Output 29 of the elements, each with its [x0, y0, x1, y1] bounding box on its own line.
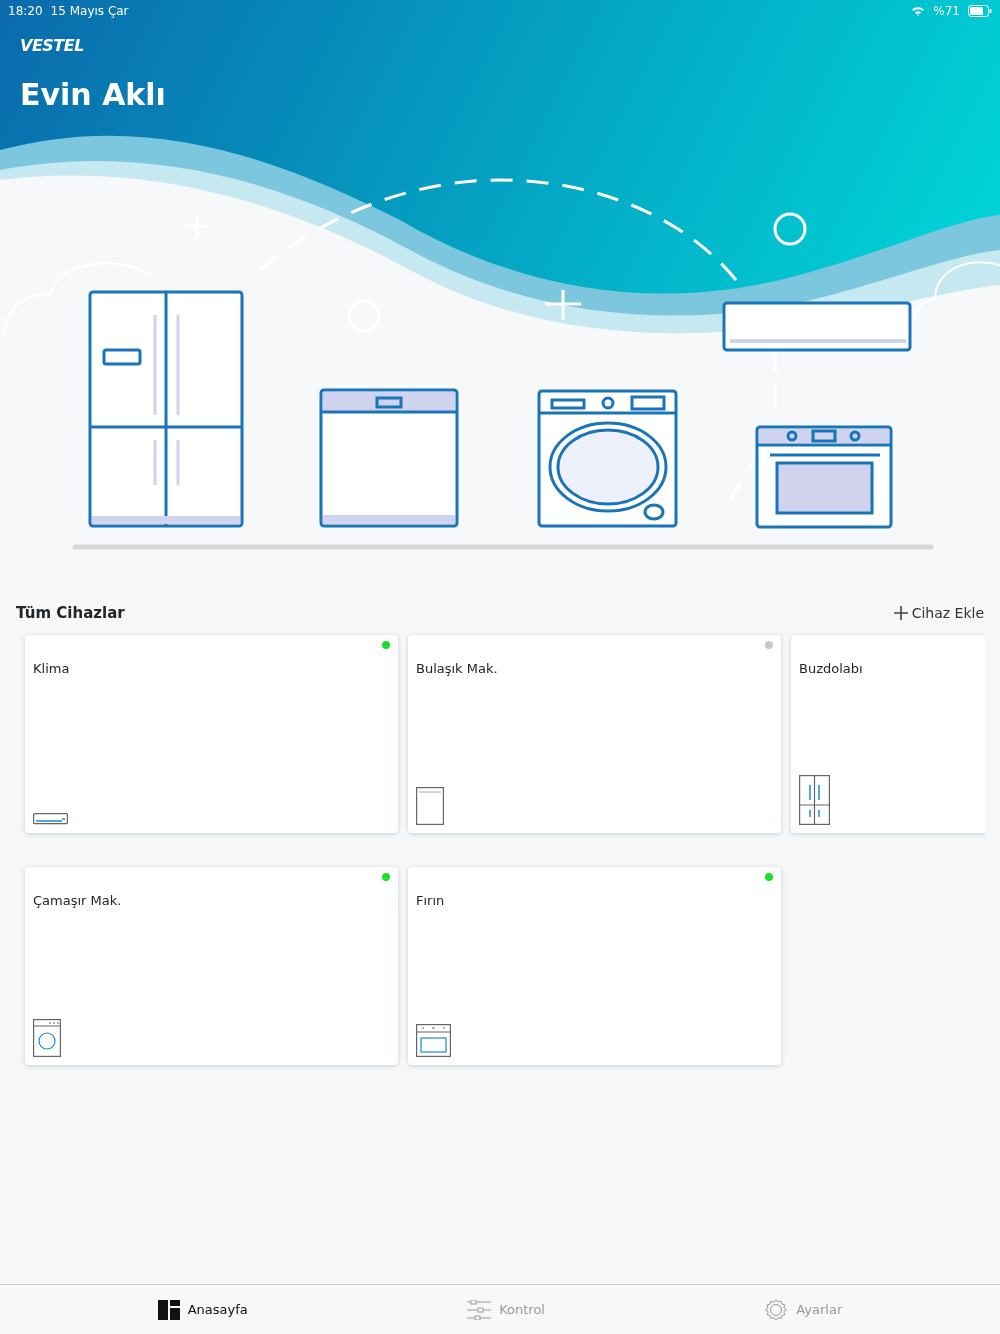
device-name: Klima	[33, 659, 71, 678]
air-conditioner-icon	[33, 812, 68, 825]
dishwasher-icon	[416, 786, 444, 825]
tab[interactable]: Anasayfa	[151, 1298, 254, 1321]
fridge-icon	[799, 774, 830, 825]
device-name: Fırın	[416, 891, 446, 910]
device-card[interactable]: Bulaşık Mak.	[408, 634, 781, 833]
status-time: 18:20	[8, 3, 43, 20]
device-card[interactable]: Buzdolabı	[791, 634, 985, 833]
battery-icon	[968, 5, 992, 17]
wifi-icon	[911, 6, 926, 16]
plus-icon	[893, 606, 908, 621]
home-grid-icon	[157, 1299, 180, 1320]
device-card[interactable]: Klima	[25, 634, 398, 833]
device-name: Bulaşık Mak.	[416, 659, 499, 678]
device-card[interactable]: Çamaşır Mak.	[25, 866, 398, 1065]
brand-logo: VESTEL	[20, 35, 84, 57]
washing-machine-icon	[33, 1018, 61, 1057]
section-title: Tüm Cihazlar	[16, 603, 125, 624]
sliders-icon	[467, 1299, 492, 1320]
settings-icon	[764, 1297, 789, 1322]
status-date: 15 Mayıs Çar	[50, 3, 129, 20]
device-card[interactable]: Fırın	[408, 866, 781, 1065]
oven-icon	[416, 1023, 451, 1057]
page-title: Evin Aklı	[20, 76, 166, 114]
device-name: Buzdolabı	[799, 659, 864, 678]
device-name: Çamaşır Mak.	[33, 891, 123, 910]
battery-percent: %71	[933, 3, 960, 20]
add-device-button[interactable]: Cihaz Ekle	[893, 602, 984, 624]
